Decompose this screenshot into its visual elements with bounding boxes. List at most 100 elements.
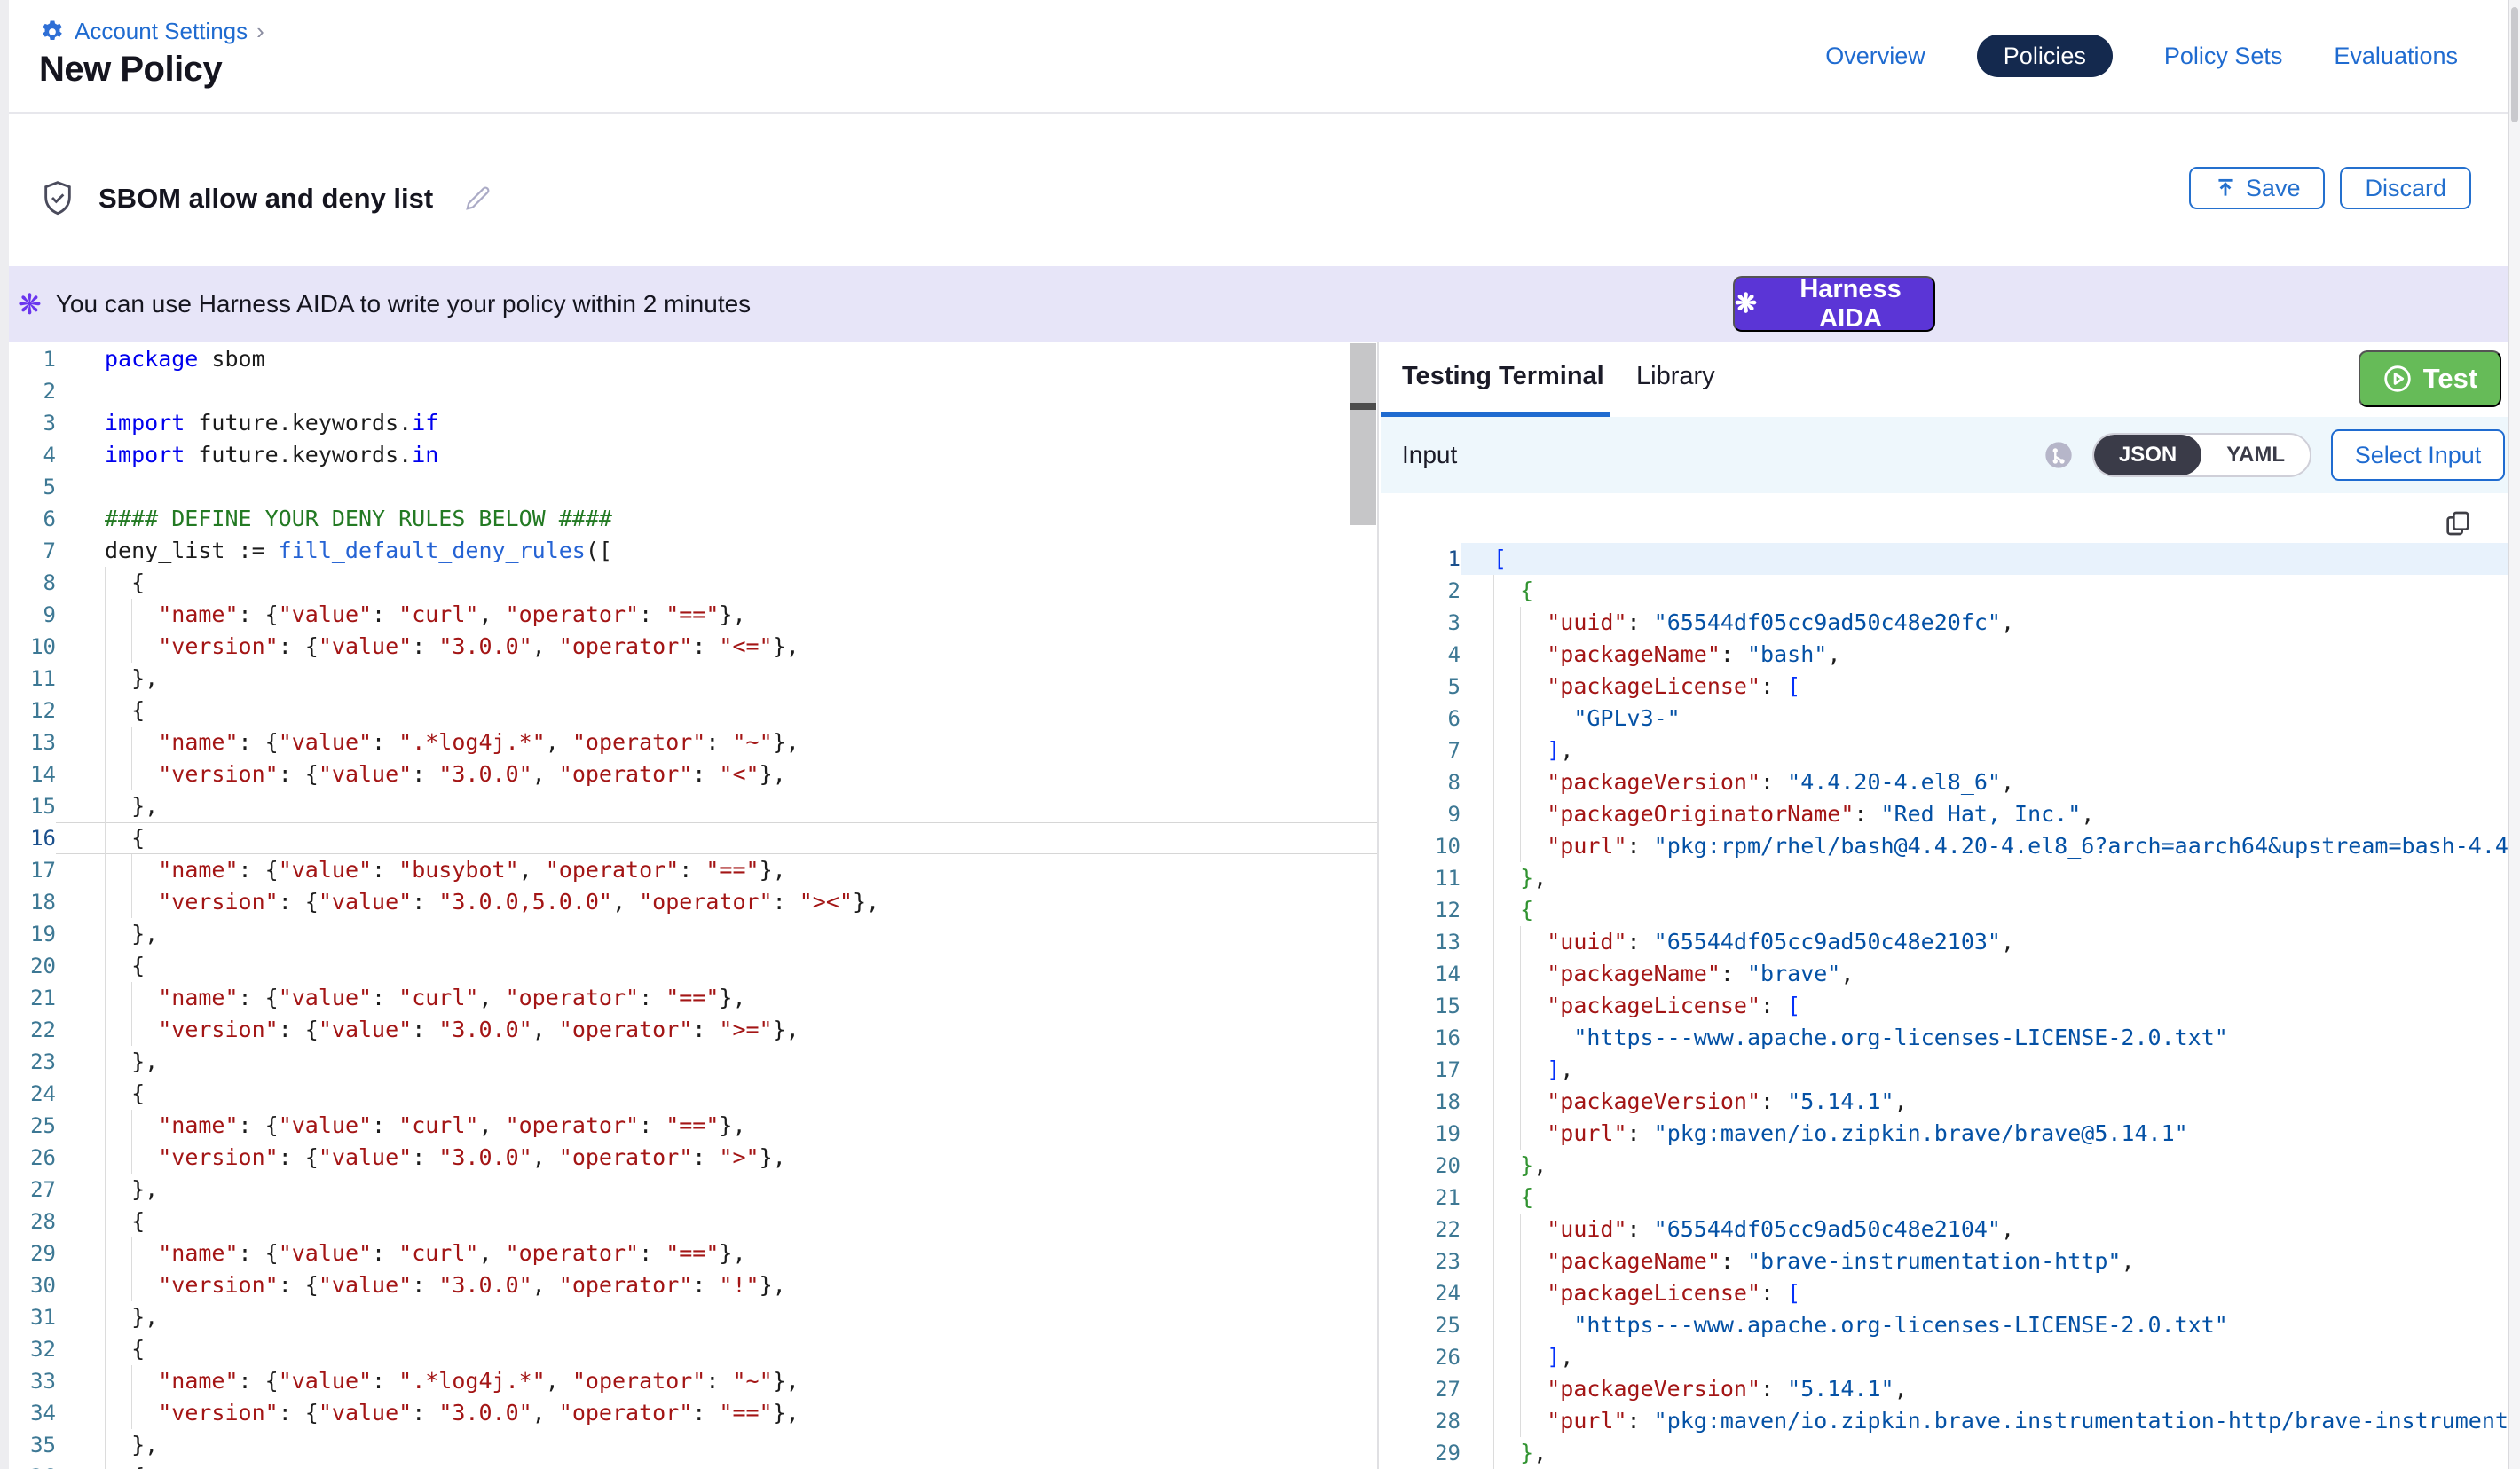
select-input-button[interactable]: Select Input [2331, 429, 2505, 481]
code-text[interactable]: { [1461, 894, 2509, 926]
tab-testing-terminal[interactable]: Testing Terminal [1402, 362, 1604, 391]
code-line[interactable]: 3 "uuid": "65544df05cc9ad50c48e20fc", [1381, 607, 2509, 639]
code-text[interactable]: "https---www.apache.org-licenses-LICENSE… [1461, 1309, 2509, 1341]
code-text[interactable]: "purl": "pkg:maven/io.zipkin.brave/brave… [1461, 1118, 2509, 1150]
code-text[interactable]: #### DEFINE YOUR DENY RULES BELOW #### [56, 503, 1377, 535]
code-line[interactable]: 4 "packageName": "bash", [1381, 639, 2509, 671]
page-scrollbar[interactable] [2508, 0, 2520, 1469]
code-text[interactable]: "purl": "pkg:maven/io.zipkin.brave.instr… [1461, 1405, 2509, 1437]
code-text[interactable]: "uuid": "65544df05cc9ad50c48e2103", [1461, 926, 2509, 958]
code-line[interactable]: 2 { [1381, 575, 2509, 607]
code-line[interactable]: 20 { [0, 950, 1377, 982]
test-button[interactable]: Test [2359, 350, 2501, 407]
code-text[interactable]: { [56, 1461, 1377, 1469]
code-text[interactable]: }, [56, 663, 1377, 695]
code-line[interactable]: 2 [0, 375, 1377, 407]
harness-aida-button[interactable]: ❋ Harness AIDA [1733, 276, 1935, 332]
tab-library[interactable]: Library [1636, 362, 1715, 391]
code-line[interactable]: 11 }, [0, 663, 1377, 695]
code-text[interactable]: "packageLicense": [ [1461, 1277, 2509, 1309]
code-text[interactable]: { [56, 822, 1377, 854]
format-option-yaml[interactable]: YAML [2201, 435, 2310, 475]
code-line[interactable]: 1package sbom [0, 343, 1377, 375]
code-text[interactable]: "version": {"value": "3.0.0,5.0.0", "ope… [56, 886, 1377, 918]
code-text[interactable]: "packageLicense": [ [1461, 990, 2509, 1022]
code-text[interactable]: "name": {"value": "curl", "operator": "=… [56, 1237, 1377, 1269]
code-line[interactable]: 12 { [1381, 894, 2509, 926]
code-text[interactable]: "packageName": "bash", [1461, 639, 2509, 671]
code-line[interactable]: 18 "version": {"value": "3.0.0,5.0.0", "… [0, 886, 1377, 918]
code-line[interactable]: 21 "name": {"value": "curl", "operator":… [0, 982, 1377, 1014]
code-text[interactable] [56, 471, 1377, 503]
code-text[interactable]: "name": {"value": "busybot", "operator":… [56, 854, 1377, 886]
code-text[interactable]: ], [1461, 734, 2509, 766]
code-line[interactable]: 23 "packageName": "brave-instrumentation… [1381, 1245, 2509, 1277]
code-text[interactable]: "name": {"value": "curl", "operator": "=… [56, 599, 1377, 631]
code-text[interactable]: "version": {"value": "3.0.0", "operator"… [56, 1269, 1377, 1301]
code-text[interactable]: }, [56, 918, 1377, 950]
code-text[interactable] [56, 375, 1377, 407]
code-text[interactable]: ], [1461, 1054, 2509, 1086]
code-text[interactable]: "name": {"value": ".*log4j.*", "operator… [56, 1365, 1377, 1397]
code-line[interactable]: 8 { [0, 567, 1377, 599]
code-line[interactable]: 12 { [0, 695, 1377, 727]
code-line[interactable]: 35 }, [0, 1429, 1377, 1461]
test-input-editor[interactable]: 1[2 {3 "uuid": "65544df05cc9ad50c48e20fc… [1381, 493, 2509, 1469]
editor-scrollbar[interactable] [1350, 343, 1376, 525]
code-text[interactable]: "version": {"value": "3.0.0", "operator"… [56, 1397, 1377, 1429]
code-line[interactable]: 22 "version": {"value": "3.0.0", "operat… [0, 1014, 1377, 1046]
tab-evaluations[interactable]: Evaluations [2334, 43, 2458, 70]
code-text[interactable]: { [1461, 575, 2509, 607]
code-line[interactable]: 21 { [1381, 1182, 2509, 1214]
tab-overview[interactable]: Overview [1825, 43, 1925, 70]
code-text[interactable]: ], [1461, 1341, 2509, 1373]
code-line[interactable]: 10 "version": {"value": "3.0.0", "operat… [0, 631, 1377, 663]
code-line[interactable]: 15 }, [0, 790, 1377, 822]
code-text[interactable]: }, [1461, 862, 2509, 894]
code-line[interactable]: 24 "packageLicense": [ [1381, 1277, 2509, 1309]
code-text[interactable]: { [56, 1333, 1377, 1365]
code-line[interactable]: 15 "packageLicense": [ [1381, 990, 2509, 1022]
code-line[interactable]: 25 "https---www.apache.org-licenses-LICE… [1381, 1309, 2509, 1341]
code-text[interactable]: "https---www.apache.org-licenses-LICENSE… [1461, 1022, 2509, 1054]
code-text[interactable]: import future.keywords.in [56, 439, 1377, 471]
code-text[interactable]: "version": {"value": "3.0.0", "operator"… [56, 758, 1377, 790]
code-text[interactable]: "packageLicense": [ [1461, 671, 2509, 703]
breadcrumb-account-settings[interactable]: Account Settings [75, 18, 248, 45]
code-text[interactable]: [ [1461, 543, 2509, 575]
code-line[interactable]: 13 "name": {"value": ".*log4j.*", "opera… [0, 727, 1377, 758]
code-line[interactable]: 3import future.keywords.if [0, 407, 1377, 439]
code-text[interactable]: "packageVersion": "4.4.20-4.el8_6", [1461, 766, 2509, 798]
code-line[interactable]: 14 "version": {"value": "3.0.0", "operat… [0, 758, 1377, 790]
code-text[interactable]: "version": {"value": "3.0.0", "operator"… [56, 1014, 1377, 1046]
code-text[interactable]: }, [56, 1429, 1377, 1461]
code-line[interactable]: 28 { [0, 1206, 1377, 1237]
code-line[interactable]: 9 "packageOriginatorName": "Red Hat, Inc… [1381, 798, 2509, 830]
code-line[interactable]: 26 "version": {"value": "3.0.0", "operat… [0, 1142, 1377, 1174]
code-line[interactable]: 36 { [0, 1461, 1377, 1469]
code-line[interactable]: 17 "name": {"value": "busybot", "operato… [0, 854, 1377, 886]
code-text[interactable]: "name": {"value": "curl", "operator": "=… [56, 1110, 1377, 1142]
code-line[interactable]: 14 "packageName": "brave", [1381, 958, 2509, 990]
code-line[interactable]: 33 "name": {"value": ".*log4j.*", "opera… [0, 1365, 1377, 1397]
tab-policy-sets[interactable]: Policy Sets [2164, 43, 2283, 70]
code-line[interactable]: 11 }, [1381, 862, 2509, 894]
code-line[interactable]: 22 "uuid": "65544df05cc9ad50c48e2104", [1381, 1214, 2509, 1245]
code-text[interactable]: "uuid": "65544df05cc9ad50c48e20fc", [1461, 607, 2509, 639]
code-line[interactable]: 25 "name": {"value": "curl", "operator":… [0, 1110, 1377, 1142]
code-line[interactable]: 20 }, [1381, 1150, 2509, 1182]
code-line[interactable]: 29 }, [1381, 1437, 2509, 1469]
code-line[interactable]: 9 "name": {"value": "curl", "operator": … [0, 599, 1377, 631]
code-text[interactable]: import future.keywords.if [56, 407, 1377, 439]
edit-pencil-icon[interactable] [461, 183, 493, 215]
code-line[interactable]: 7deny_list := fill_default_deny_rules([ [0, 535, 1377, 567]
code-line[interactable]: 7 ], [1381, 734, 2509, 766]
code-line[interactable]: 1[ [1381, 543, 2509, 575]
code-line[interactable]: 16 { [0, 822, 1377, 854]
code-line[interactable]: 4import future.keywords.in [0, 439, 1377, 471]
copy-icon[interactable] [2444, 509, 2472, 538]
tab-policies[interactable]: Policies [1977, 35, 2113, 77]
code-line[interactable]: 6#### DEFINE YOUR DENY RULES BELOW #### [0, 503, 1377, 535]
code-line[interactable]: 5 "packageLicense": [ [1381, 671, 2509, 703]
code-text[interactable]: "version": {"value": "3.0.0", "operator"… [56, 631, 1377, 663]
